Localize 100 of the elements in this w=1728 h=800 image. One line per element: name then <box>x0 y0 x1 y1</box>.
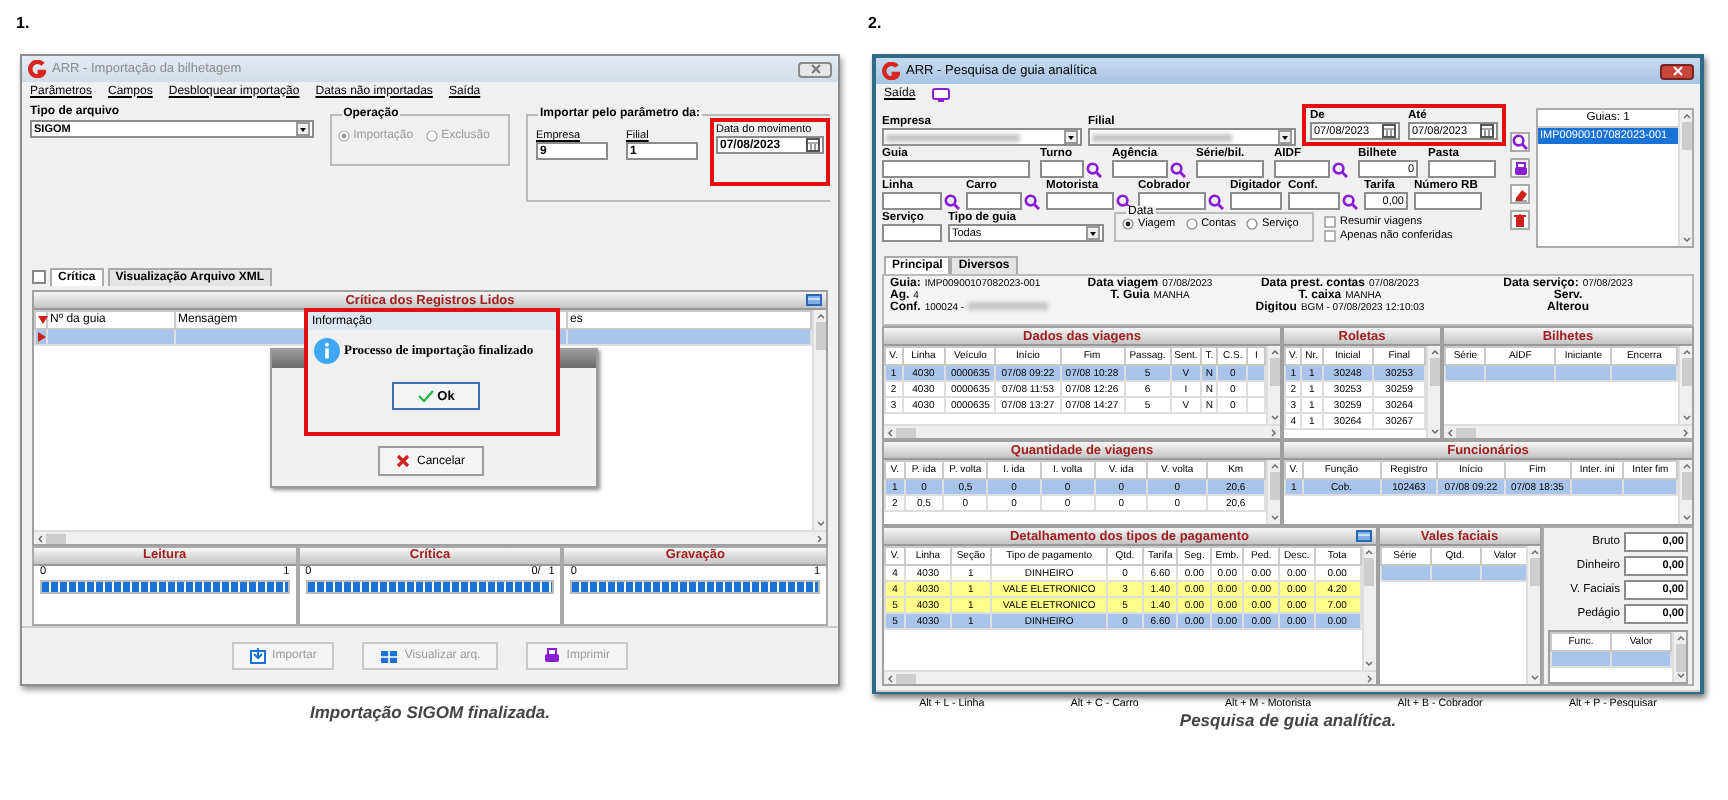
caret-icon <box>295 122 310 136</box>
vertical-scrollbar[interactable] <box>1266 460 1280 524</box>
info-icon <box>314 338 340 364</box>
input-field[interactable] <box>1040 160 1084 178</box>
scroll-thumb[interactable] <box>46 533 66 543</box>
caret-icon <box>1278 130 1292 144</box>
chevron-down-icon[interactable] <box>1269 514 1279 522</box>
vertical-scrollbar[interactable] <box>1426 346 1440 438</box>
scroll-thumb[interactable] <box>1429 358 1439 386</box>
search-icon[interactable] <box>1024 193 1040 209</box>
close-button[interactable] <box>1660 63 1694 79</box>
check-icon <box>417 390 434 402</box>
input-field[interactable] <box>1414 192 1482 210</box>
vertical-scrollbar[interactable] <box>1526 546 1540 684</box>
chevron-right-icon[interactable] <box>1682 427 1690 437</box>
chevron-up-icon[interactable] <box>1681 348 1691 356</box>
chevron-left-icon[interactable] <box>886 427 894 437</box>
vertical-scrollbar[interactable] <box>1266 346 1280 424</box>
search-icon[interactable] <box>944 193 960 209</box>
input-field[interactable] <box>1428 160 1496 178</box>
horizontal-scrollbar[interactable] <box>34 530 826 544</box>
scroll-thumb[interactable] <box>815 322 825 350</box>
chevron-right-icon[interactable] <box>816 533 824 543</box>
chevron-up-icon[interactable] <box>1675 634 1685 642</box>
calendar-icon <box>1480 124 1494 138</box>
chevron-right-icon[interactable] <box>1270 427 1278 437</box>
figure-number: 1. <box>16 12 32 36</box>
chevron-down-icon[interactable] <box>1681 514 1691 522</box>
chevron-up-icon[interactable] <box>1529 548 1539 556</box>
input-field[interactable] <box>1274 160 1330 178</box>
caret-icon <box>1086 226 1100 240</box>
chevron-down-icon[interactable] <box>1681 236 1691 244</box>
search-icon[interactable] <box>1170 161 1186 177</box>
dropdown[interactable] <box>882 128 1082 146</box>
chevron-right-icon[interactable] <box>1365 673 1373 683</box>
radio-button[interactable] <box>1122 218 1134 230</box>
calendar-icon <box>806 138 820 152</box>
search-icon[interactable] <box>1342 193 1358 209</box>
dropdown[interactable] <box>1088 128 1296 146</box>
chevron-down-icon[interactable] <box>815 520 825 528</box>
print-button[interactable] <box>1510 158 1530 178</box>
checkbox[interactable] <box>1324 216 1336 228</box>
chevron-up-icon[interactable] <box>1681 462 1691 470</box>
radio-button[interactable] <box>1246 218 1258 230</box>
scroll-thumb[interactable] <box>896 427 916 437</box>
chevron-down-icon[interactable] <box>1429 428 1439 436</box>
scroll-thumb[interactable] <box>1681 358 1691 386</box>
input-field[interactable] <box>882 224 942 242</box>
vertical-scrollbar[interactable] <box>1672 632 1686 682</box>
scroll-thumb[interactable] <box>1675 644 1685 672</box>
search-icon[interactable] <box>1208 193 1224 209</box>
input-field[interactable] <box>1046 192 1114 210</box>
search-icon[interactable] <box>1086 161 1102 177</box>
chevron-left-icon[interactable] <box>36 533 44 543</box>
chevron-left-icon[interactable] <box>1446 427 1454 437</box>
chevron-down-icon[interactable] <box>1269 414 1279 422</box>
scroll-thumb[interactable] <box>1681 122 1691 150</box>
app-logo-icon <box>28 60 46 78</box>
input-field[interactable] <box>966 192 1022 210</box>
clear-button[interactable] <box>1510 184 1530 204</box>
search-icon[interactable] <box>1332 161 1348 177</box>
vertical-scrollbar[interactable] <box>1361 546 1375 670</box>
checkbox[interactable] <box>1324 230 1336 242</box>
chevron-left-icon[interactable] <box>886 673 894 683</box>
vertical-scrollbar[interactable] <box>1678 346 1692 424</box>
chevron-up-icon[interactable] <box>1364 548 1374 556</box>
trash-icon <box>1514 213 1526 227</box>
horizontal-scrollbar[interactable] <box>884 670 1375 684</box>
chevron-up-icon[interactable] <box>1681 112 1691 120</box>
radio-button[interactable] <box>1185 218 1198 230</box>
figure-caption: Importação SIGOM finalizada. <box>308 702 552 722</box>
vertical-scrollbar[interactable] <box>812 310 826 530</box>
input-field[interactable] <box>1230 192 1282 210</box>
chevron-up-icon[interactable] <box>1269 462 1279 470</box>
chevron-up-icon[interactable] <box>1269 348 1279 356</box>
vertical-scrollbar[interactable] <box>1678 460 1692 524</box>
delete-button[interactable] <box>1510 210 1530 230</box>
chevron-down-icon[interactable] <box>1529 674 1539 682</box>
scroll-thumb[interactable] <box>1269 358 1279 386</box>
vertical-scrollbar[interactable] <box>1678 110 1692 246</box>
scroll-thumb[interactable] <box>1529 558 1539 586</box>
chevron-up-icon[interactable] <box>815 312 825 320</box>
chevron-up-icon[interactable] <box>1429 348 1439 356</box>
input-field[interactable] <box>882 192 942 210</box>
horizontal-scrollbar[interactable] <box>884 424 1280 438</box>
input-field[interactable] <box>1112 160 1168 178</box>
chevron-down-icon[interactable] <box>1675 672 1685 680</box>
horizontal-scrollbar[interactable] <box>1444 424 1692 438</box>
chevron-down-icon[interactable] <box>1364 660 1374 668</box>
scroll-thumb[interactable] <box>1456 427 1476 437</box>
scroll-thumb[interactable] <box>896 673 916 683</box>
monitor-icon[interactable] <box>931 87 950 101</box>
input-field[interactable] <box>882 160 1030 178</box>
input-field[interactable] <box>1288 192 1340 210</box>
chevron-down-icon[interactable] <box>1681 414 1691 422</box>
input-field[interactable] <box>1196 160 1264 178</box>
import-icon <box>250 648 267 664</box>
scroll-thumb[interactable] <box>1681 472 1691 500</box>
scroll-thumb[interactable] <box>1269 472 1279 500</box>
scroll-thumb[interactable] <box>1364 558 1374 586</box>
